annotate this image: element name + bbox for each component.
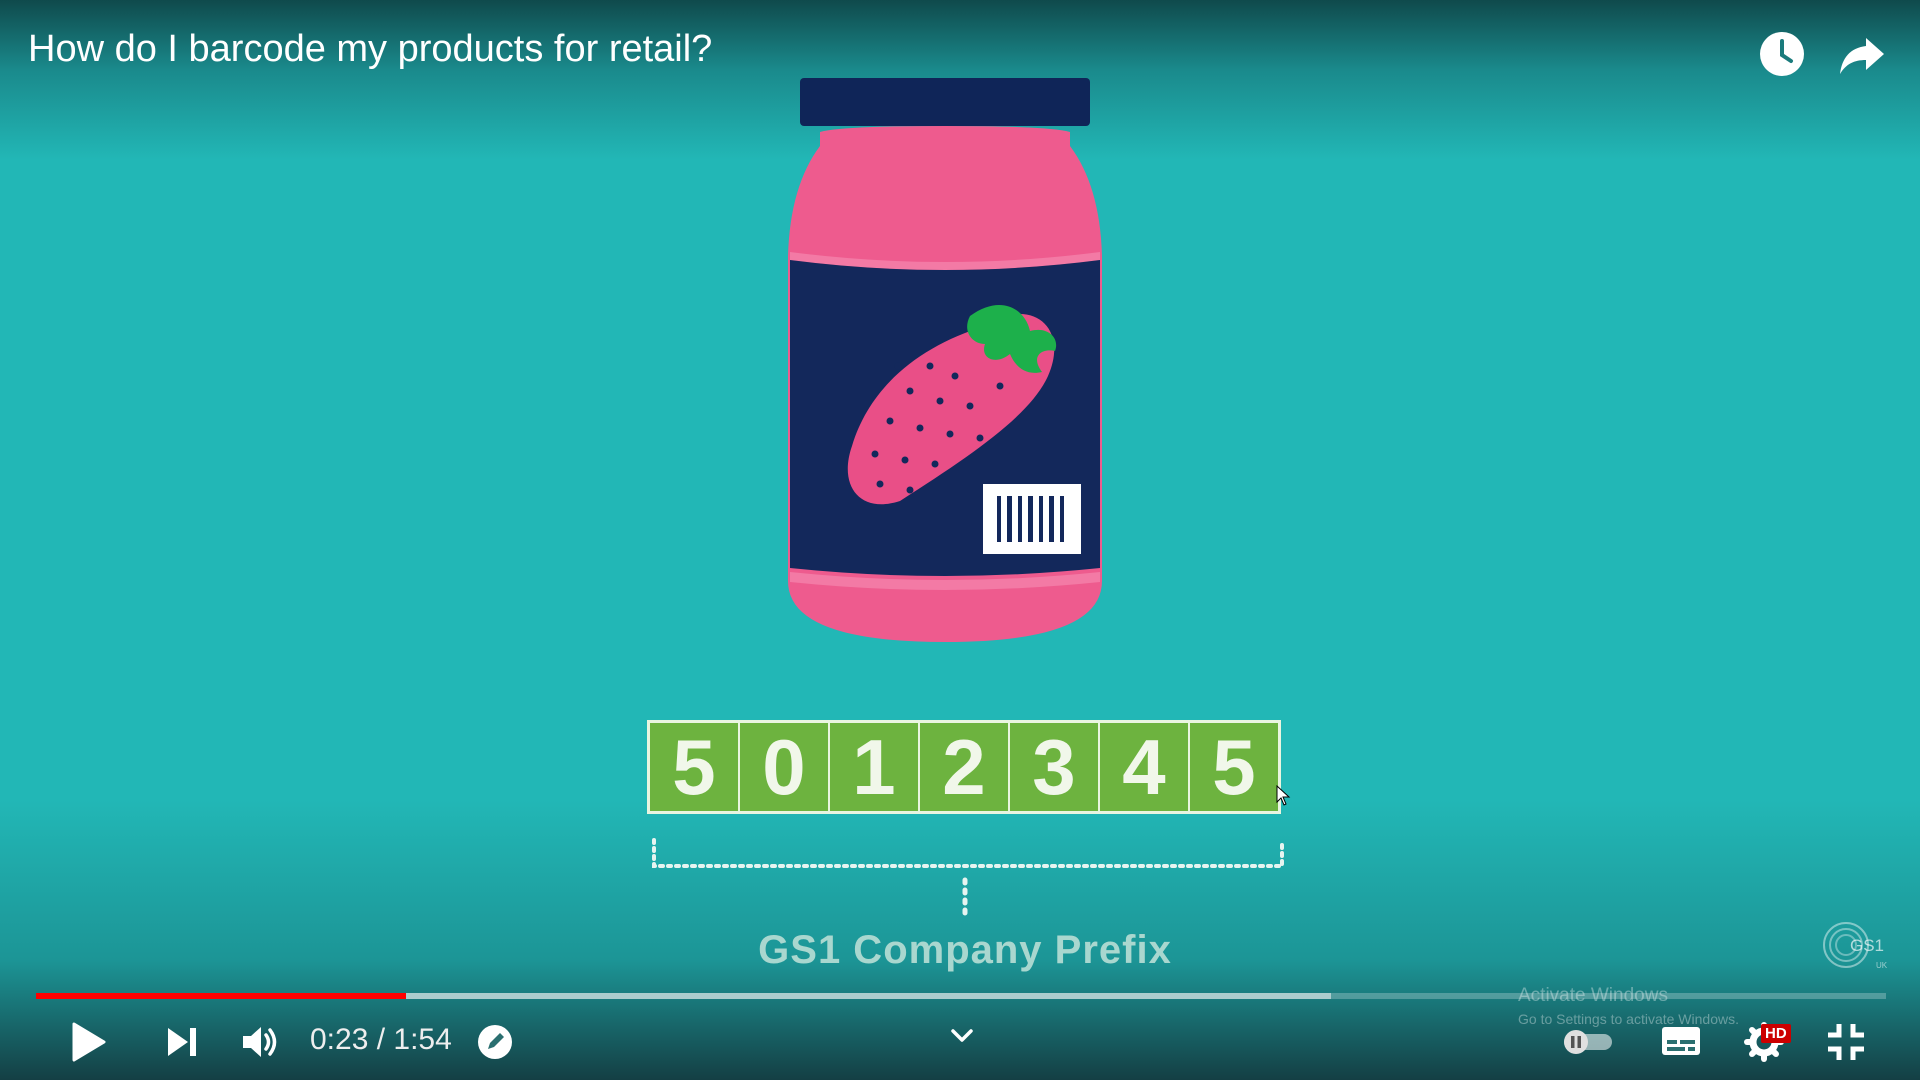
digit-box: 5 [650,723,738,811]
dotted-bracket [652,838,1284,916]
gs1-logo-text: GS1 [1850,936,1884,955]
exit-fullscreen-icon[interactable] [1826,1022,1866,1062]
barcode-icon [983,484,1081,554]
next-icon[interactable] [164,1024,200,1060]
autoplay-toggle[interactable] [1562,1028,1614,1056]
hd-badge: HD [1761,1024,1791,1043]
watermark-line-1: Activate Windows [1518,985,1668,1006]
digit-box: 3 [1010,723,1098,811]
digit-box: 0 [740,723,828,811]
activate-windows-watermark: Activate Windows Go to Settings to activ… [1518,985,1739,1027]
play-icon[interactable] [70,1020,108,1064]
digit-box: 4 [1100,723,1188,811]
volume-icon[interactable] [240,1023,280,1061]
clock-icon[interactable] [1758,30,1806,78]
gs1-logo: GS1 UK [1823,922,1888,970]
subtitles-icon[interactable] [1660,1024,1702,1058]
jam-jar-illustration [788,78,1102,642]
digit-box: 5 [1190,723,1278,811]
company-prefix-label: GS1 Company Prefix [758,928,1172,972]
gs1-logo-subtext: UK [1876,961,1888,970]
progress-played [36,993,406,999]
video-frame[interactable]: How do I barcode my products for retail? [0,0,1920,1080]
digit-box: 2 [920,723,1008,811]
digit-box: 1 [830,723,918,811]
company-prefix-digits: 5 0 1 2 3 4 5 [647,720,1281,814]
chevron-down-icon[interactable] [950,1028,974,1044]
video-title[interactable]: How do I barcode my products for retail? [28,28,712,71]
pen-icon[interactable] [477,1024,513,1060]
mouse-cursor-icon [1276,785,1291,806]
time-display: 0:23 / 1:54 [310,1023,452,1056]
share-arrow-icon[interactable] [1838,30,1886,78]
watermark-line-2: Go to Settings to activate Windows. [1518,1011,1739,1027]
